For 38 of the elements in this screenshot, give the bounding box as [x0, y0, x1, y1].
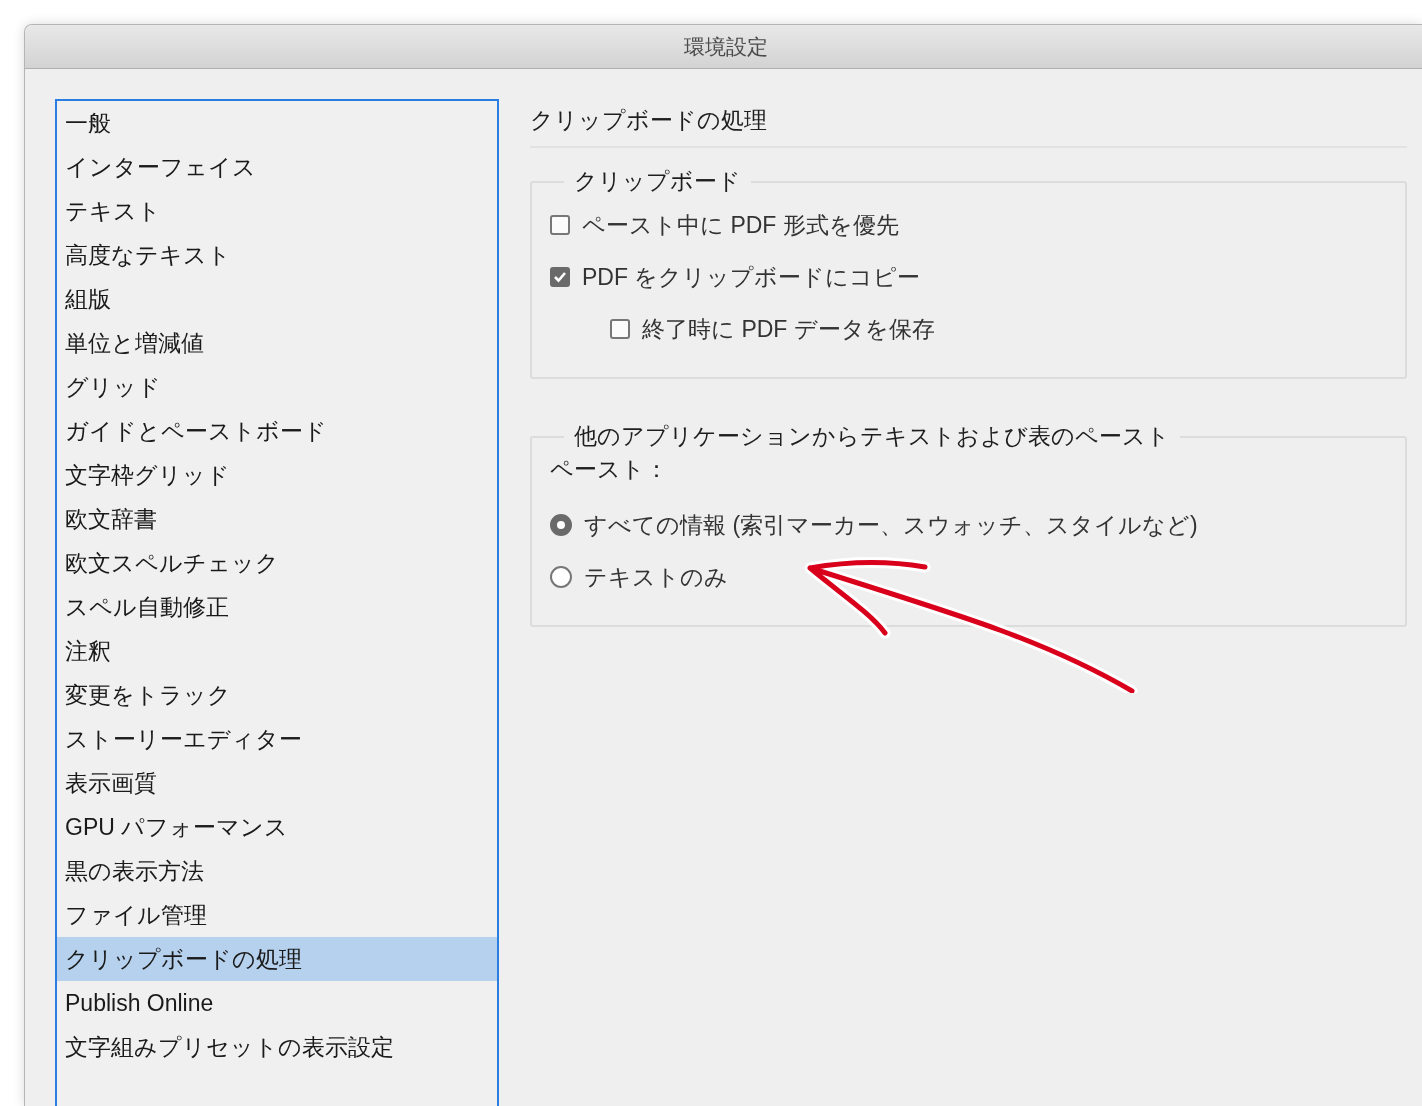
radio-button[interactable]	[550, 514, 572, 536]
sidebar-item[interactable]: 一般	[57, 101, 497, 145]
checkbox[interactable]	[550, 215, 570, 235]
checkmark-icon	[553, 271, 567, 283]
paste-label: ペースト：	[550, 455, 669, 484]
sidebar-item[interactable]: 単位と増減値	[57, 321, 497, 365]
sidebar-item[interactable]: 欧文スペルチェック	[57, 541, 497, 585]
option-label: PDF をクリップボードにコピー	[582, 262, 921, 292]
sidebar-item[interactable]: 欧文辞書	[57, 497, 497, 541]
option-label: 終了時に PDF データを保存	[642, 314, 935, 344]
sidebar-item[interactable]: テキスト	[57, 189, 497, 233]
group-title: クリップボード	[573, 167, 742, 196]
sidebar-item[interactable]: 組版	[57, 277, 497, 321]
option-label: テキストのみ	[584, 562, 728, 592]
sidebar-item[interactable]: ファイル管理	[57, 893, 497, 937]
sidebar-item[interactable]: スペル自動修正	[57, 585, 497, 629]
section-title: クリップボードの処理	[530, 99, 1407, 148]
sidebar-item[interactable]: ストーリーエディター	[57, 717, 497, 761]
window-title: 環境設定	[682, 33, 768, 60]
checkbox[interactable]	[550, 267, 570, 287]
sidebar-item[interactable]: インターフェイス	[57, 145, 497, 189]
sidebar-item[interactable]: クリップボードの処理	[57, 937, 497, 981]
sidebar-item[interactable]: 変更をトラック	[57, 673, 497, 717]
sidebar-item[interactable]: ガイドとペーストボード	[57, 409, 497, 453]
sidebar-item[interactable]: GPU パフォーマンス	[57, 805, 497, 849]
option-label: ペースト中に PDF 形式を優先	[582, 210, 899, 240]
sidebar-item[interactable]: 注釈	[57, 629, 497, 673]
sidebar-item[interactable]: 文字組みプリセットの表示設定	[57, 1025, 497, 1069]
sidebar-item[interactable]: 表示画質	[57, 761, 497, 805]
radio-button[interactable]	[550, 566, 572, 588]
option-label: すべての情報 (索引マーカー、スウォッチ、スタイルなど)	[584, 510, 1198, 540]
sidebar-item[interactable]: 文字枠グリッド	[57, 453, 497, 497]
sidebar-item[interactable]: 黒の表示方法	[57, 849, 497, 893]
sidebar-item[interactable]: 高度なテキスト	[57, 233, 497, 277]
checkbox[interactable]	[610, 319, 630, 339]
sidebar-item[interactable]: Publish Online	[57, 981, 497, 1025]
group-title: 他のアプリケーションからテキストおよび表のペースト	[573, 422, 1171, 451]
sidebar-item[interactable]: グリッド	[57, 365, 497, 409]
